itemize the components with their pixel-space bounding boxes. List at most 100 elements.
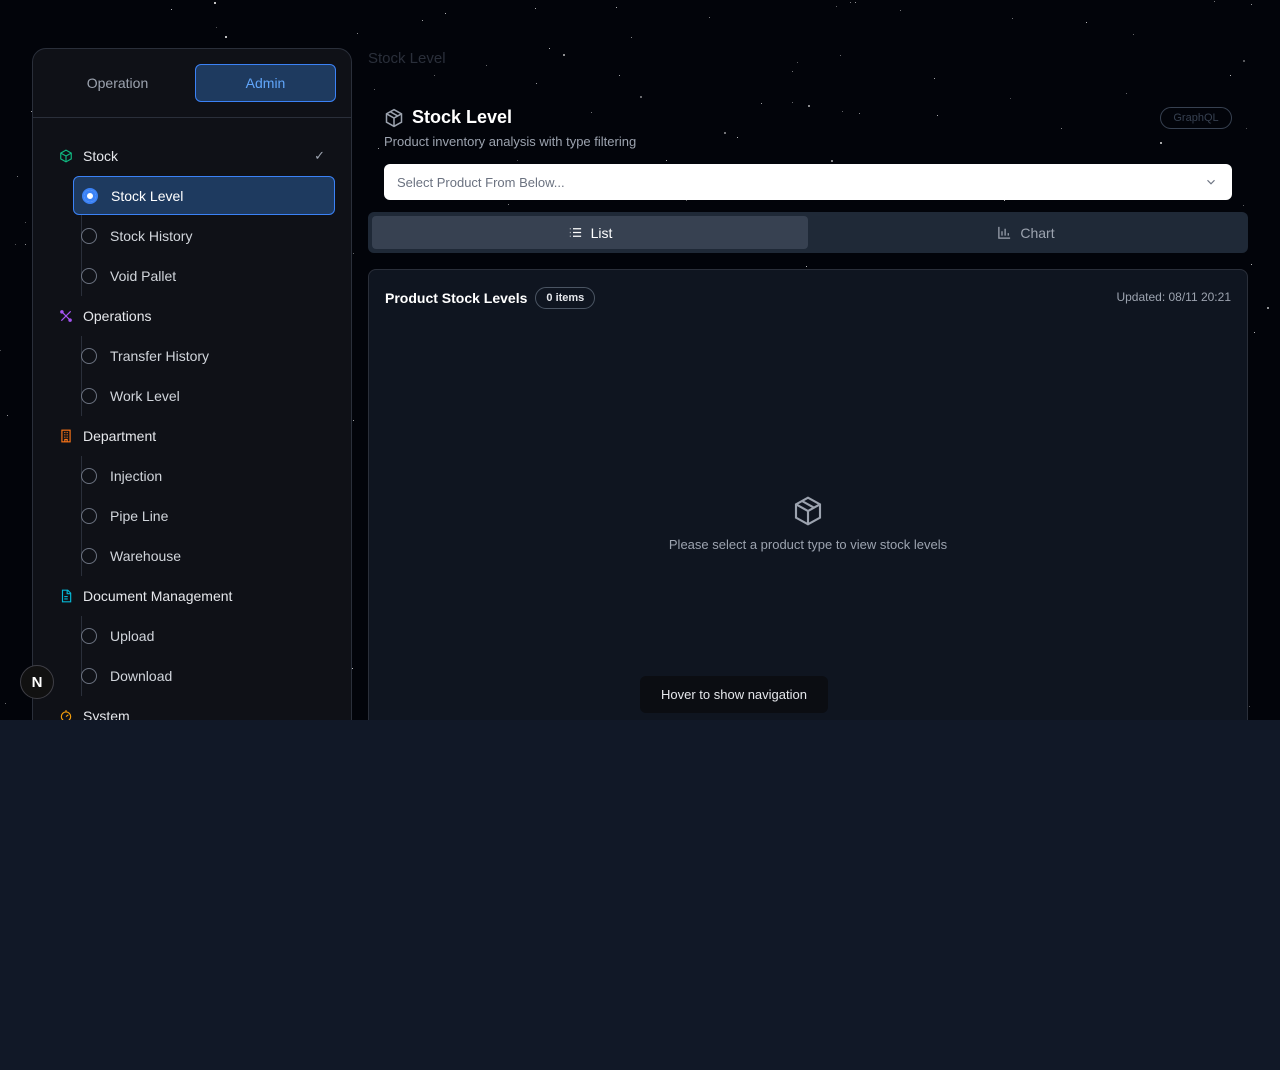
star <box>936 115 938 117</box>
sidebar-item-label: Injection <box>110 468 163 484</box>
star <box>0 349 2 351</box>
sidebar-item-pipe-line[interactable]: Pipe Line <box>73 496 335 536</box>
star <box>639 96 642 98</box>
radio-icon <box>81 548 97 564</box>
product-select[interactable]: Select Product From Below... <box>384 164 1232 200</box>
star <box>4 702 6 704</box>
star <box>686 200 688 202</box>
star <box>1160 141 1163 144</box>
star <box>1248 706 1250 708</box>
tab-chart[interactable]: Chart <box>808 216 1244 249</box>
radio-icon <box>81 348 97 364</box>
star <box>791 71 793 73</box>
sidebar-item-label: Void Pallet <box>110 268 177 284</box>
empty-state-text: Please select a product type to view sto… <box>668 537 948 552</box>
star <box>618 74 620 76</box>
sidebar-item-stock-history[interactable]: Stock History <box>73 216 335 256</box>
star <box>1125 92 1127 94</box>
star <box>797 62 799 63</box>
dev-tools-button[interactable]: N <box>20 665 54 699</box>
star <box>1245 127 1247 129</box>
star <box>708 17 710 19</box>
sidebar-item-download[interactable]: Download <box>73 656 335 696</box>
tools-icon <box>59 309 73 323</box>
star <box>1242 205 1244 207</box>
radio-icon <box>81 668 97 684</box>
cube-icon <box>59 149 73 163</box>
star <box>517 160 519 162</box>
sidebar-nav: Stock ✓ Stock Level Stock History Void P… <box>33 118 351 720</box>
star <box>1011 17 1013 19</box>
star <box>213 2 216 5</box>
star <box>1251 263 1253 265</box>
star <box>591 112 593 114</box>
nav-group-department[interactable]: Department <box>49 416 335 456</box>
star <box>508 203 510 205</box>
page-subtitle: Product inventory analysis with type fil… <box>384 134 637 149</box>
breadcrumb: Stock Level <box>368 50 446 67</box>
tab-list[interactable]: List <box>372 216 808 249</box>
star <box>850 2 852 4</box>
nav-group-system[interactable]: System <box>49 696 335 720</box>
star <box>631 37 633 39</box>
page-title: Stock Level <box>412 107 513 127</box>
view-tabs: List Chart <box>368 212 1248 253</box>
nav-group-document-management[interactable]: Document Management <box>49 576 335 616</box>
tab-admin[interactable]: Admin <box>195 64 336 102</box>
star <box>858 113 860 115</box>
nav-group-label: Stock <box>83 148 119 164</box>
star <box>444 13 446 15</box>
star <box>352 253 354 255</box>
items-count-badge: 0 items <box>535 287 596 309</box>
star <box>808 105 811 108</box>
sidebar-item-stock-level[interactable]: Stock Level <box>73 176 335 215</box>
sidebar-item-warehouse[interactable]: Warehouse <box>73 536 335 576</box>
sidebar-item-void-pallet[interactable]: Void Pallet <box>73 256 335 296</box>
sidebar-item-work-level[interactable]: Work Level <box>73 376 335 416</box>
star <box>24 222 26 224</box>
star <box>374 88 376 90</box>
star <box>434 75 436 77</box>
star <box>17 176 19 178</box>
sidebar-item-label: Work Level <box>110 388 180 404</box>
nav-group-operations[interactable]: Operations <box>49 296 335 336</box>
star <box>14 244 16 246</box>
navigation-hover-tooltip: Hover to show navigation <box>640 676 828 713</box>
radio-icon <box>81 628 97 644</box>
star <box>791 102 793 104</box>
star <box>840 54 842 56</box>
star <box>723 131 726 134</box>
nav-group-stock[interactable]: Stock ✓ <box>49 136 335 176</box>
star <box>805 266 807 268</box>
document-subitems: Upload Download <box>73 616 335 696</box>
radio-icon <box>81 388 97 404</box>
star <box>737 137 739 139</box>
chevron-down-icon <box>1207 179 1215 185</box>
checkmark-icon: ✓ <box>314 148 325 163</box>
star <box>357 33 359 35</box>
star <box>900 10 902 12</box>
radio-icon <box>81 228 97 244</box>
sidebar-item-transfer-history[interactable]: Transfer History <box>73 336 335 376</box>
star <box>761 102 763 104</box>
star <box>215 26 217 28</box>
star <box>534 8 536 10</box>
sidebar-item-injection[interactable]: Injection <box>73 456 335 496</box>
sidebar-item-label: Pipe Line <box>110 508 169 524</box>
star <box>1061 128 1063 130</box>
page-header: Stock Level <box>384 107 512 128</box>
star <box>422 19 424 21</box>
app-viewport: Stock Level Operation Admin Stock ✓ Stoc… <box>0 0 1280 720</box>
star <box>170 9 172 11</box>
tab-operation[interactable]: Operation <box>48 64 187 102</box>
star <box>1251 3 1253 5</box>
star <box>616 6 618 8</box>
sidebar-item-upload[interactable]: Upload <box>73 616 335 656</box>
star <box>836 5 838 7</box>
star <box>933 77 935 79</box>
star <box>1004 200 1006 202</box>
star <box>377 147 379 149</box>
star <box>842 110 843 112</box>
cube-icon <box>794 496 822 526</box>
updated-timestamp: Updated: 08/11 20:21 <box>1116 290 1231 304</box>
